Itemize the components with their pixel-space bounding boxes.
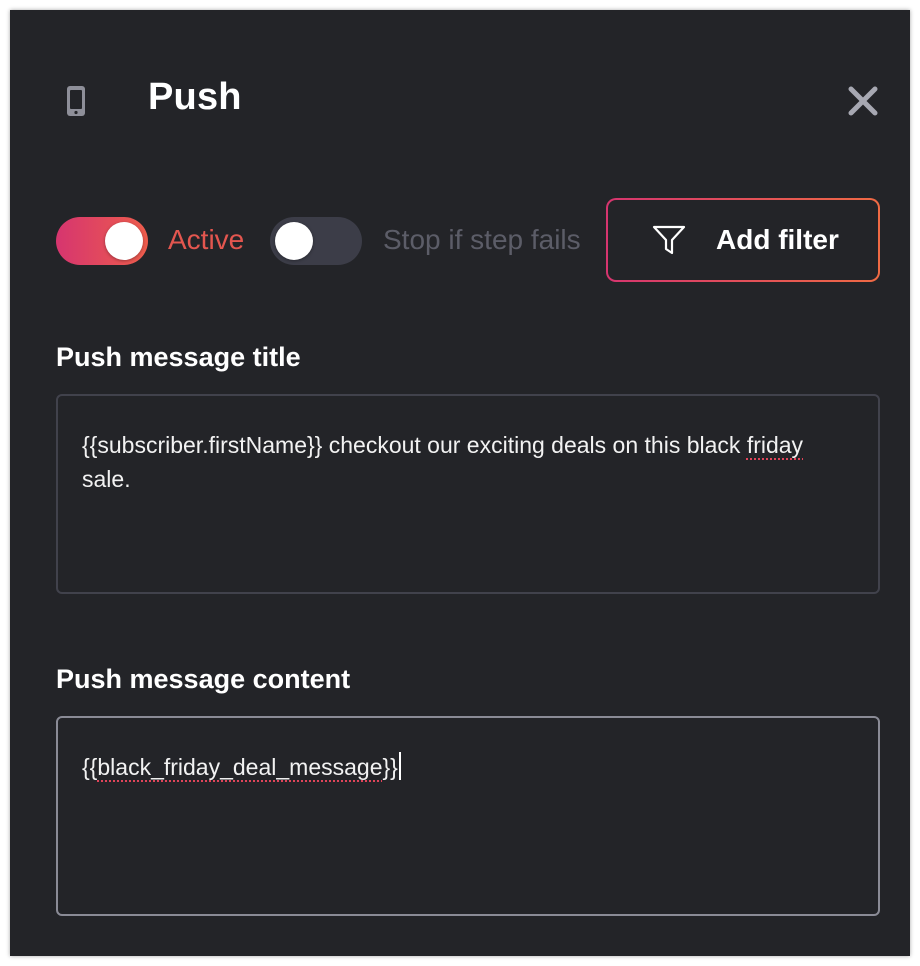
stop-if-step-fails-toggle[interactable] [270,217,362,265]
push-content-suffix: }} [382,754,398,780]
spellcheck-word: black_friday_deal_message [97,754,383,780]
add-filter-button[interactable]: Add filter [606,198,880,282]
add-filter-label: Add filter [716,224,839,255]
push-title-textarea[interactable]: {{subscriber.firstName}} checkout our ex… [56,394,880,594]
push-content-textarea[interactable]: {{black_friday_deal_message}} [56,716,880,916]
spellcheck-word: friday [746,432,804,458]
panel-title: Push [148,76,242,118]
panel-header: Push [10,10,910,200]
toggle-knob [275,222,313,260]
close-icon[interactable] [846,84,880,118]
push-title-label: Push message title [56,342,301,372]
push-title-text: {{subscriber.firstName}} checkout our ex… [82,432,747,458]
stop-if-step-fails-label: Stop if step fails [383,224,581,255]
push-content-prefix: {{ [82,754,98,780]
push-content-label: Push message content [56,664,351,694]
mobile-phone-icon [67,86,85,116]
push-step-panel: Push Active Stop if step fails Add filte… [10,10,910,956]
funnel-icon [652,225,686,255]
push-title-text-end: sale. [82,466,131,492]
toggle-knob [105,222,143,260]
text-caret [398,752,401,780]
active-label: Active [168,224,245,255]
active-toggle[interactable] [56,217,148,265]
